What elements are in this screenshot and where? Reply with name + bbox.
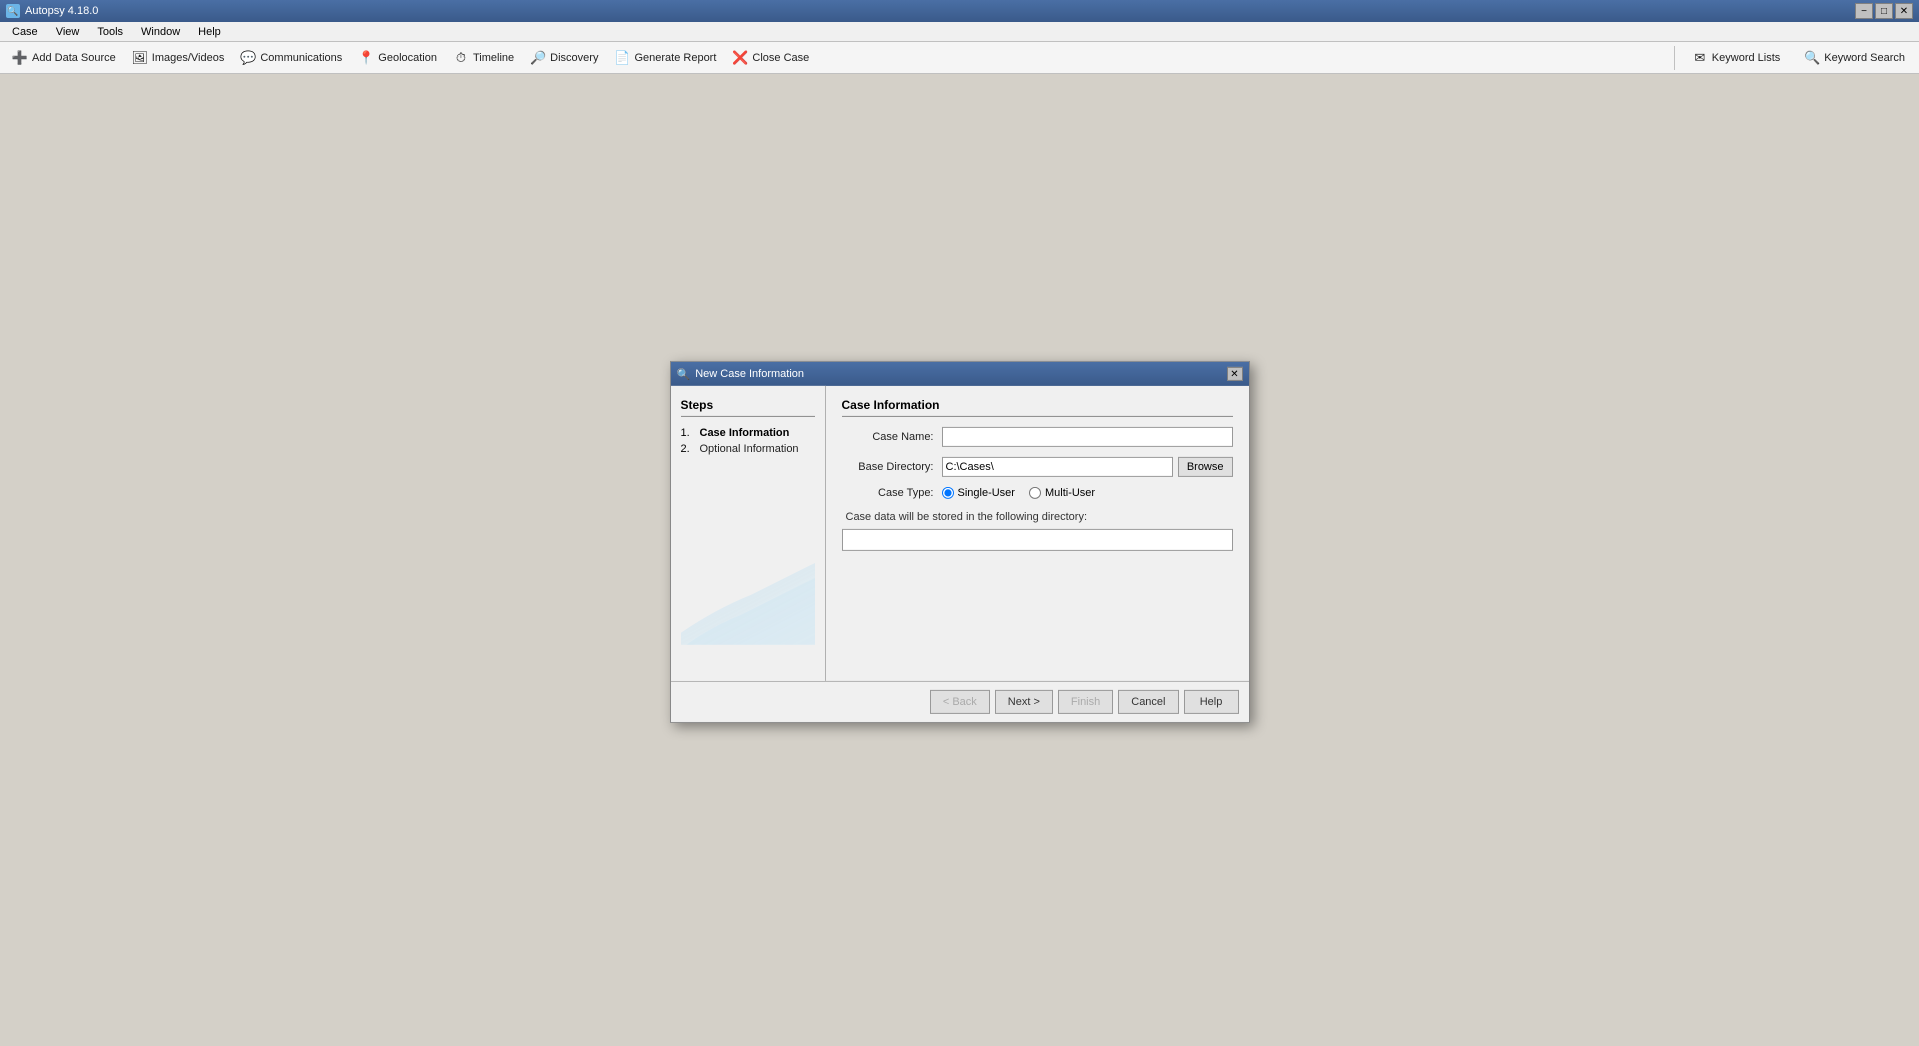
menu-window[interactable]: Window xyxy=(133,24,188,40)
title-bar-left: 🔍 Autopsy 4.18.0 xyxy=(6,4,98,18)
toolbar: ➕ Add Data Source 🖼 Images/Videos 💬 Comm… xyxy=(0,42,1919,74)
discovery-button[interactable]: 🔎 Discovery xyxy=(522,44,606,72)
steps-decorative xyxy=(681,535,815,645)
toolbar-right: ✉ Keyword Lists 🔍 Keyword Search xyxy=(1671,44,1915,72)
steps-heading: Steps xyxy=(681,398,815,417)
case-name-row: Case Name: xyxy=(842,427,1233,447)
close-case-label: Close Case xyxy=(752,52,809,64)
dialog-titlebar-left: 🔍 New Case Information xyxy=(677,367,805,380)
storage-notice-row: Case data will be stored in the followin… xyxy=(842,509,1233,523)
add-data-source-button[interactable]: ➕ Add Data Source xyxy=(4,44,124,72)
base-directory-input[interactable] xyxy=(942,457,1173,477)
multi-user-label: Multi-User xyxy=(1045,487,1095,499)
generate-report-label: Generate Report xyxy=(634,52,716,64)
images-videos-label: Images/Videos xyxy=(152,52,225,64)
case-type-row: Case Type: Single-User Multi-User xyxy=(842,487,1233,499)
dialog-icon: 🔍 xyxy=(677,367,691,380)
keyword-lists-button[interactable]: ✉ Keyword Lists xyxy=(1682,44,1790,72)
keyword-search-button[interactable]: 🔍 Keyword Search xyxy=(1794,44,1915,72)
geolocation-button[interactable]: 📍 Geolocation xyxy=(350,44,445,72)
app-title: Autopsy 4.18.0 xyxy=(25,5,98,17)
timeline-button[interactable]: ⏱ Timeline xyxy=(445,44,522,72)
title-bar: 🔍 Autopsy 4.18.0 − □ ✕ xyxy=(0,0,1919,22)
case-info-heading: Case Information xyxy=(842,398,1233,417)
case-name-label: Case Name: xyxy=(842,431,942,443)
base-directory-label: Base Directory: xyxy=(842,461,942,473)
add-data-source-label: Add Data Source xyxy=(32,52,116,64)
menu-tools[interactable]: Tools xyxy=(89,24,131,40)
close-case-icon: ❌ xyxy=(732,50,748,66)
keyword-search-label: Keyword Search xyxy=(1824,52,1905,64)
geolocation-icon: 📍 xyxy=(358,50,374,66)
menu-case[interactable]: Case xyxy=(4,24,46,40)
help-button[interactable]: Help xyxy=(1184,690,1239,714)
maximize-button[interactable]: □ xyxy=(1875,3,1893,19)
case-type-label: Case Type: xyxy=(842,487,942,499)
timeline-label: Timeline xyxy=(473,52,514,64)
case-type-radio-group: Single-User Multi-User xyxy=(942,487,1096,499)
app-icon: 🔍 xyxy=(6,4,20,18)
discovery-icon: 🔎 xyxy=(530,50,546,66)
back-button[interactable]: < Back xyxy=(930,690,990,714)
app-close-button[interactable]: ✕ xyxy=(1895,3,1913,19)
multi-user-radio[interactable] xyxy=(1029,487,1041,499)
new-case-dialog: 🔍 New Case Information ✕ Steps 1. Case I… xyxy=(670,361,1250,723)
timeline-icon: ⏱ xyxy=(453,50,469,66)
generate-report-icon: 📄 xyxy=(614,50,630,66)
single-user-label: Single-User xyxy=(958,487,1015,499)
communications-icon: 💬 xyxy=(240,50,256,66)
images-videos-icon: 🖼 xyxy=(132,50,148,66)
menu-help[interactable]: Help xyxy=(190,24,229,40)
communications-button[interactable]: 💬 Communications xyxy=(232,44,350,72)
storage-notice-text: Case data will be stored in the followin… xyxy=(846,511,1088,523)
close-case-button[interactable]: ❌ Close Case xyxy=(724,44,817,72)
title-bar-controls: − □ ✕ xyxy=(1855,3,1913,19)
step-2-label: Optional Information xyxy=(700,443,799,455)
step-2: 2. Optional Information xyxy=(681,443,815,455)
dialog-titlebar: 🔍 New Case Information ✕ xyxy=(671,362,1249,386)
base-directory-row: Base Directory: Browse xyxy=(842,457,1233,477)
menu-view[interactable]: View xyxy=(48,24,88,40)
keyword-search-icon: 🔍 xyxy=(1804,50,1820,66)
cancel-button[interactable]: Cancel xyxy=(1118,690,1178,714)
menu-bar: Case View Tools Window Help xyxy=(0,22,1919,42)
add-data-source-icon: ➕ xyxy=(12,50,28,66)
geolocation-label: Geolocation xyxy=(378,52,437,64)
steps-panel: Steps 1. Case Information 2. Optional In… xyxy=(671,386,826,681)
step-1-number: 1. xyxy=(681,427,695,439)
dialog-footer: < Back Next > Finish Cancel Help xyxy=(671,681,1249,722)
finish-button[interactable]: Finish xyxy=(1058,690,1113,714)
discovery-label: Discovery xyxy=(550,52,598,64)
step-2-number: 2. xyxy=(681,443,695,455)
case-name-input[interactable] xyxy=(942,427,1233,447)
dialog-close-button[interactable]: ✕ xyxy=(1227,367,1243,381)
storage-path-row xyxy=(842,529,1233,551)
swoosh-decoration xyxy=(681,535,815,645)
step-1: 1. Case Information xyxy=(681,427,815,439)
case-info-panel: Case Information Case Name: Base Directo… xyxy=(826,386,1249,681)
toolbar-separator xyxy=(1674,46,1675,70)
keyword-lists-label: Keyword Lists xyxy=(1712,52,1780,64)
images-videos-button[interactable]: 🖼 Images/Videos xyxy=(124,44,233,72)
single-user-option[interactable]: Single-User xyxy=(942,487,1015,499)
dialog-content: Steps 1. Case Information 2. Optional In… xyxy=(671,386,1249,681)
main-area: 🔍 New Case Information ✕ Steps 1. Case I… xyxy=(0,74,1919,1046)
single-user-radio[interactable] xyxy=(942,487,954,499)
browse-button[interactable]: Browse xyxy=(1178,457,1233,477)
next-button[interactable]: Next > xyxy=(995,690,1053,714)
keyword-lists-icon: ✉ xyxy=(1692,50,1708,66)
dialog-title: New Case Information xyxy=(695,368,804,380)
storage-path-display xyxy=(842,529,1233,551)
generate-report-button[interactable]: 📄 Generate Report xyxy=(606,44,724,72)
minimize-button[interactable]: − xyxy=(1855,3,1873,19)
communications-label: Communications xyxy=(260,52,342,64)
step-1-label: Case Information xyxy=(700,427,790,439)
multi-user-option[interactable]: Multi-User xyxy=(1029,487,1095,499)
